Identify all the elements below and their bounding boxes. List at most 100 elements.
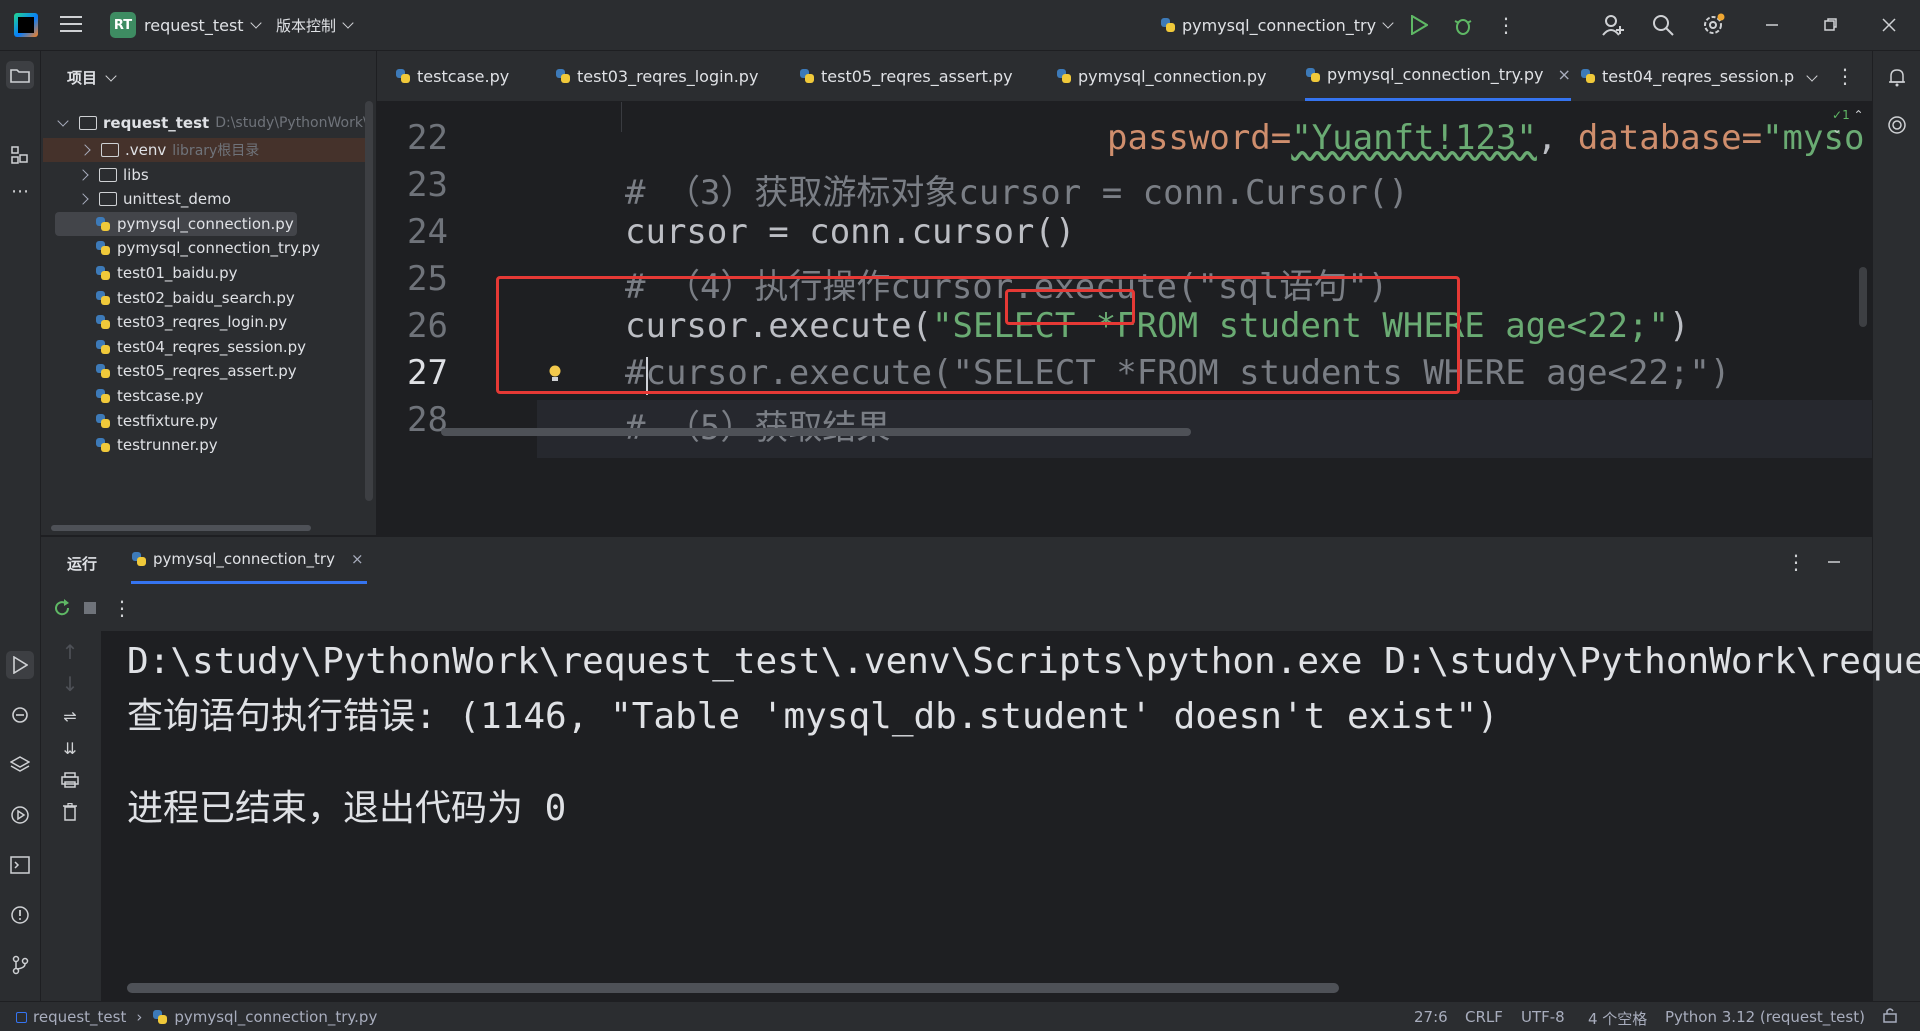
terminal-icon[interactable]	[6, 851, 34, 879]
editor-tab[interactable]: test04_reqres_session.p	[1580, 51, 1794, 101]
code-line-28: # （5）获取结果	[625, 400, 890, 449]
inspection-widget[interactable]: ✓1 ⌃ ⌄	[1832, 108, 1872, 136]
run-config-selector[interactable]: pymysql_connection_try	[1160, 0, 1394, 50]
highlight-box-lines	[496, 276, 1460, 394]
editor-scrollbar[interactable]	[1859, 267, 1867, 327]
editor-tab[interactable]: test03_reqres_login.py	[555, 51, 758, 101]
layers-icon[interactable]	[6, 751, 34, 779]
tabs-dropdown-icon[interactable]	[1799, 63, 1825, 89]
project-switcher[interactable]: RT request_test	[110, 0, 262, 50]
python-file-icon	[395, 68, 411, 84]
project-panel-title[interactable]: 项目	[67, 67, 117, 88]
left-tool-strip: ⋯	[0, 51, 41, 1001]
python-file-icon	[95, 413, 111, 429]
editor-tab[interactable]: pymysql_connection_try.py ×	[1305, 51, 1571, 101]
hide-panel-icon[interactable]	[1821, 549, 1847, 575]
tree-item-label: pymysql_connection.py	[117, 214, 294, 233]
breadcrumb-project[interactable]: request_test	[33, 1008, 126, 1026]
main-menu-icon[interactable]	[60, 16, 82, 34]
pycharm-logo-icon	[14, 13, 38, 37]
lock-icon[interactable]	[1882, 1007, 1898, 1027]
tree-file[interactable]: test02_baidu_search.py	[41, 286, 361, 310]
editor-tab[interactable]: test05_reqres_assert.py	[799, 51, 1013, 101]
add-user-icon[interactable]	[1600, 12, 1626, 38]
scroll-to-end-icon[interactable]: ⇊	[57, 735, 83, 761]
console-output[interactable]: D:\study\PythonWork\request_test\.venv\S…	[101, 631, 1920, 1001]
scroll-up-icon[interactable]: ↑	[57, 639, 83, 665]
close-tab-icon[interactable]: ×	[351, 550, 364, 568]
tree-file[interactable]: testcase.py	[41, 384, 361, 408]
tree-file[interactable]: pymysql_connection.py	[55, 211, 297, 236]
editor-tab-label: testcase.py	[417, 66, 510, 86]
notifications-bell-icon[interactable]	[1883, 63, 1911, 91]
code-editor[interactable]: 22 23 24 25 26 27 28 password="Yuanft!123", da…	[377, 102, 1872, 535]
close-window-icon[interactable]	[1876, 12, 1902, 38]
project-folder-icon[interactable]	[6, 61, 34, 89]
more-actions-icon[interactable]: ⋮	[1493, 12, 1519, 38]
code-line-24: cursor = conn.cursor()	[625, 212, 1076, 252]
python-interpreter[interactable]: Python 3.12 (request_test)	[1665, 1008, 1865, 1026]
tree-file[interactable]: test04_reqres_session.py	[41, 335, 361, 359]
print-icon[interactable]	[57, 767, 83, 793]
run-tab[interactable]: pymysql_connection_try ×	[131, 537, 367, 584]
debug-icon[interactable]	[1450, 12, 1476, 38]
tree-scrollbar[interactable]	[365, 101, 373, 501]
tree-folder[interactable]: unittest_demo	[41, 187, 361, 211]
tree-folder[interactable]: .venv library根目录	[43, 138, 365, 162]
chevron-right-icon	[77, 168, 89, 181]
project-badge: RT	[110, 12, 136, 38]
run-panel-more-icon[interactable]: ⋮	[1783, 549, 1809, 575]
scroll-down-icon[interactable]: ↓	[57, 671, 83, 697]
settings-gear-icon[interactable]	[1700, 12, 1726, 38]
tree-file[interactable]: pymysql_connection_try.py	[41, 236, 361, 260]
tree-folder[interactable]: libs	[41, 163, 361, 187]
editor-tab-label: test04_reqres_session.p	[1602, 66, 1795, 86]
tree-horizontal-scrollbar[interactable]	[51, 525, 311, 531]
run-tool-icon[interactable]	[6, 651, 34, 679]
tree-file[interactable]: testfixture.py	[41, 409, 361, 433]
tabs-more-icon[interactable]: ⋮	[1832, 63, 1858, 89]
problems-icon[interactable]	[6, 901, 34, 929]
file-encoding[interactable]: UTF-8	[1521, 1008, 1565, 1026]
run-icon[interactable]	[1406, 12, 1432, 38]
rerun-icon[interactable]	[49, 595, 75, 621]
tree-file[interactable]: test01_baidu.py	[41, 261, 361, 285]
editor-horizontal-scrollbar[interactable]	[441, 428, 1191, 436]
python-file-icon	[1305, 67, 1321, 83]
tree-item-label: pymysql_connection_try.py	[117, 239, 320, 258]
stop-icon[interactable]	[77, 595, 103, 621]
tree-root[interactable]: request_test D:\study\PythonWork\	[57, 108, 379, 138]
minimize-icon[interactable]	[1759, 12, 1785, 38]
trash-icon[interactable]	[57, 799, 83, 825]
editor-tab[interactable]: pymysql_connection.py	[1056, 51, 1266, 101]
tree-file[interactable]: test05_reqres_assert.py	[41, 359, 361, 383]
indent-guide	[621, 102, 622, 132]
python-file-icon	[799, 68, 815, 84]
run-toolbar-more-icon[interactable]: ⋮	[109, 595, 135, 621]
tree-file[interactable]: test03_reqres_login.py	[41, 310, 361, 334]
caret-position[interactable]: 27:6	[1414, 1008, 1448, 1026]
more-tools-icon[interactable]: ⋯	[6, 177, 34, 205]
indent-setting[interactable]: 4 个空格	[1588, 1008, 1647, 1029]
soft-wrap-icon[interactable]: ⇌	[57, 703, 83, 729]
tree-item-label: test04_reqres_session.py	[117, 337, 307, 356]
code-line-23: # （3）获取游标对象cursor = conn.Cursor()	[625, 173, 1409, 213]
tree-item-label: test03_reqres_login.py	[117, 313, 288, 332]
search-icon[interactable]	[1650, 12, 1676, 38]
tree-file[interactable]: testrunner.py	[41, 433, 361, 457]
vcs-menu[interactable]: 版本控制	[276, 0, 354, 50]
python-file-icon	[131, 551, 147, 567]
restore-icon[interactable]	[1818, 12, 1844, 38]
console-horizontal-scrollbar[interactable]	[127, 983, 1339, 993]
python-file-icon	[95, 314, 111, 330]
services-icon[interactable]	[6, 801, 34, 829]
close-tab-icon[interactable]: ×	[1558, 65, 1571, 84]
editor-tab[interactable]: testcase.py	[395, 51, 509, 101]
ai-assistant-icon[interactable]	[1883, 111, 1911, 139]
git-branch-icon[interactable]	[6, 951, 34, 979]
python-console-icon[interactable]	[6, 701, 34, 729]
breadcrumb-file[interactable]: pymysql_connection_try.py	[174, 1008, 377, 1026]
line-separator[interactable]: CRLF	[1465, 1008, 1503, 1026]
structure-icon[interactable]	[6, 141, 34, 169]
chevron-right-icon	[79, 144, 91, 156]
